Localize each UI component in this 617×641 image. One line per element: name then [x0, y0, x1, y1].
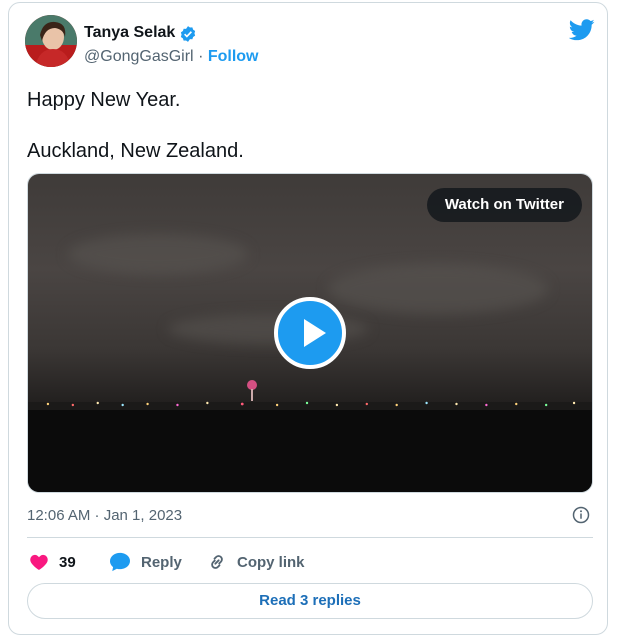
heart-icon — [30, 554, 48, 570]
play-triangle — [304, 319, 326, 347]
city-lights — [28, 401, 592, 410]
avatar[interactable] — [25, 15, 77, 67]
author-handle-row: @GongGasGirl · Follow — [84, 48, 259, 66]
separator-dot: · — [198, 48, 204, 65]
author-name[interactable]: Tanya Selak — [84, 24, 175, 42]
reply-button[interactable]: Reply — [109, 551, 182, 573]
link-icon — [211, 555, 223, 569]
cloud-shape — [68, 234, 248, 274]
like-button[interactable]: 39 — [29, 551, 76, 573]
info-icon[interactable] — [572, 506, 590, 524]
tweet-text-line2: Auckland, New Zealand. — [27, 140, 244, 162]
cloud-shape — [328, 264, 548, 314]
play-icon[interactable] — [274, 297, 346, 369]
watch-on-twitter-button[interactable]: Watch on Twitter — [426, 188, 582, 222]
copy-link-label: Copy link — [237, 553, 305, 571]
divider — [27, 537, 593, 538]
follow-button[interactable]: Follow — [208, 48, 259, 65]
read-replies-button[interactable]: Read 3 replies — [27, 583, 593, 619]
firework-burst — [247, 380, 257, 401]
like-count: 39 — [59, 553, 76, 571]
tweet-card: Tanya Selak @GongGasGirl · Follow Happy … — [8, 2, 608, 635]
twitter-bird-icon[interactable] — [569, 19, 595, 41]
tweet-timestamp[interactable]: 12:06 AM · Jan 1, 2023 — [27, 507, 182, 524]
video-player[interactable]: Watch on Twitter — [27, 173, 593, 493]
tweet-text-line1: Happy New Year. — [27, 89, 181, 111]
copy-link-button[interactable]: Copy link — [207, 551, 305, 573]
reply-label: Reply — [141, 553, 182, 571]
reply-bubble-icon — [110, 552, 130, 572]
author-handle[interactable]: @GongGasGirl — [84, 48, 194, 65]
dark-ground — [28, 410, 592, 492]
verified-badge-icon — [180, 26, 196, 42]
